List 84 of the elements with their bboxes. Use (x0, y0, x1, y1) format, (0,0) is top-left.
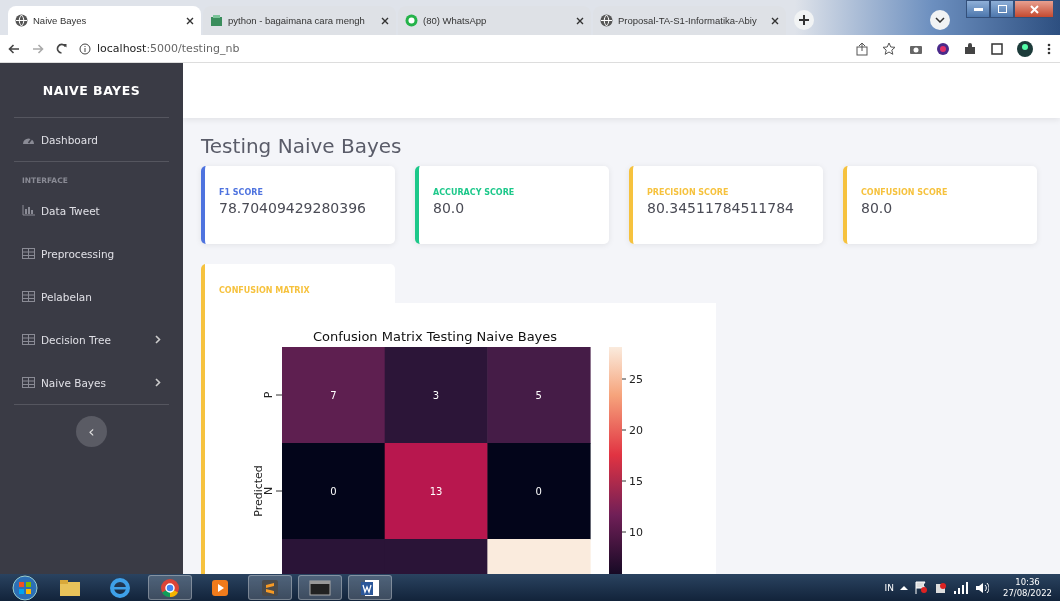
browser-tab[interactable]: (80) WhatsApp (398, 6, 591, 35)
editor-icon[interactable] (248, 575, 292, 600)
browser-tab[interactable]: python - bagaimana cara mengh (203, 6, 396, 35)
table-icon (22, 334, 35, 345)
sidebar-toggle-button[interactable]: ‹ (76, 416, 107, 447)
plus-icon (799, 15, 809, 25)
back-icon[interactable] (8, 43, 20, 54)
close-icon[interactable] (576, 16, 584, 25)
card-label: F1 SCORE (219, 188, 264, 197)
card-value: 80.0 (861, 200, 894, 216)
sidebar-item[interactable]: Dashboard (12, 118, 171, 161)
close-icon[interactable] (186, 16, 194, 25)
terminal-icon[interactable] (298, 575, 342, 600)
card-value: 80.34511784511784 (647, 200, 795, 216)
cell-value: 13 (429, 486, 443, 497)
minimize-icon (973, 7, 983, 11)
colorbar-tick: 25 (621, 373, 643, 386)
card-value: 78.70409429280396 (219, 200, 367, 216)
chat-icon (405, 14, 418, 27)
colorbar-tick: 20 (621, 424, 643, 437)
sidebar-item[interactable]: Data Tweet (12, 189, 171, 232)
app-icon (210, 14, 223, 27)
maximize-icon (997, 5, 1007, 13)
close-button[interactable] (1014, 0, 1054, 18)
menu-icon[interactable] (1046, 41, 1052, 56)
url-text: localhost:5000/testing_nb (97, 42, 240, 55)
page-title: Testing Naive Bayes (201, 134, 403, 158)
close-icon[interactable] (771, 16, 779, 25)
table-icon (22, 248, 35, 259)
tray-caret-icon[interactable] (900, 584, 908, 591)
reload-icon[interactable] (56, 43, 67, 54)
avatar-icon[interactable] (1017, 40, 1033, 57)
cell-value: 0 (330, 486, 337, 497)
browser-tab[interactable]: Proposal-TA-S1-Informatika-Abiy (593, 6, 786, 35)
cell-value: 5 (535, 390, 542, 401)
cell-value: 0 (535, 486, 542, 497)
chevron-icon (155, 335, 161, 344)
language-indicator[interactable]: IN (884, 582, 894, 593)
globe-icon (15, 14, 28, 27)
sidebar-item[interactable]: Naive Bayes (12, 361, 171, 404)
brand-title[interactable]: NAIVE BAYES (12, 63, 171, 117)
new-tab-button[interactable] (794, 10, 814, 30)
card-label: CONFUSION SCORE (861, 188, 949, 197)
row-tick-label: N (262, 486, 283, 496)
colorbar-tick: 10 (621, 526, 643, 539)
card-value: 80.0 (433, 200, 466, 216)
address-field[interactable]: localhost:5000/testing_nb (79, 42, 843, 55)
chart-title: Confusion Matrix Testing Naive Bayes (312, 329, 558, 344)
browser-tab[interactable]: Naive Bayes (8, 6, 201, 35)
flag-icon[interactable] (914, 581, 928, 594)
cell-value: 7 (330, 390, 337, 401)
colorbar-tick: 15 (621, 475, 643, 488)
sidebar-item[interactable]: Preprocessing (12, 232, 171, 275)
globe-icon (600, 14, 613, 27)
signal-icon[interactable] (953, 581, 969, 594)
star-icon[interactable] (882, 41, 896, 56)
volume-icon[interactable] (975, 581, 989, 594)
chart-icon (22, 205, 35, 216)
puzzle-icon[interactable] (963, 41, 977, 56)
share-icon[interactable] (855, 41, 869, 56)
tab-search-button[interactable] (930, 10, 950, 30)
chevron-icon (155, 378, 161, 387)
word-icon[interactable] (348, 575, 392, 600)
extension-icon[interactable] (936, 41, 950, 56)
close-icon (1029, 4, 1039, 14)
clock-time[interactable]: 10:36 (1015, 576, 1040, 588)
card-label: PRECISION SCORE (647, 188, 730, 197)
info-icon (79, 42, 91, 55)
chevron-down-icon (935, 17, 945, 23)
cell-value: 3 (432, 390, 440, 401)
sidebar-item[interactable]: Pelabelan (12, 275, 171, 318)
row-tick-label: P (262, 391, 283, 399)
table-icon (22, 291, 35, 302)
sidepanel-icon[interactable] (990, 41, 1004, 56)
maximize-button[interactable] (990, 0, 1014, 18)
card-label: ACCURACY SCORE (433, 188, 516, 197)
close-icon[interactable] (381, 16, 389, 25)
axis-label: Predicted (252, 465, 265, 517)
chrome-icon[interactable] (148, 575, 192, 600)
card-label: CONFUSION MATRIX (219, 286, 311, 295)
clock-date[interactable]: 27/08/2022 (1003, 587, 1052, 599)
minimize-button[interactable] (966, 0, 990, 18)
sidebar-item[interactable]: Decision Tree (12, 318, 171, 361)
table-icon (22, 377, 35, 388)
